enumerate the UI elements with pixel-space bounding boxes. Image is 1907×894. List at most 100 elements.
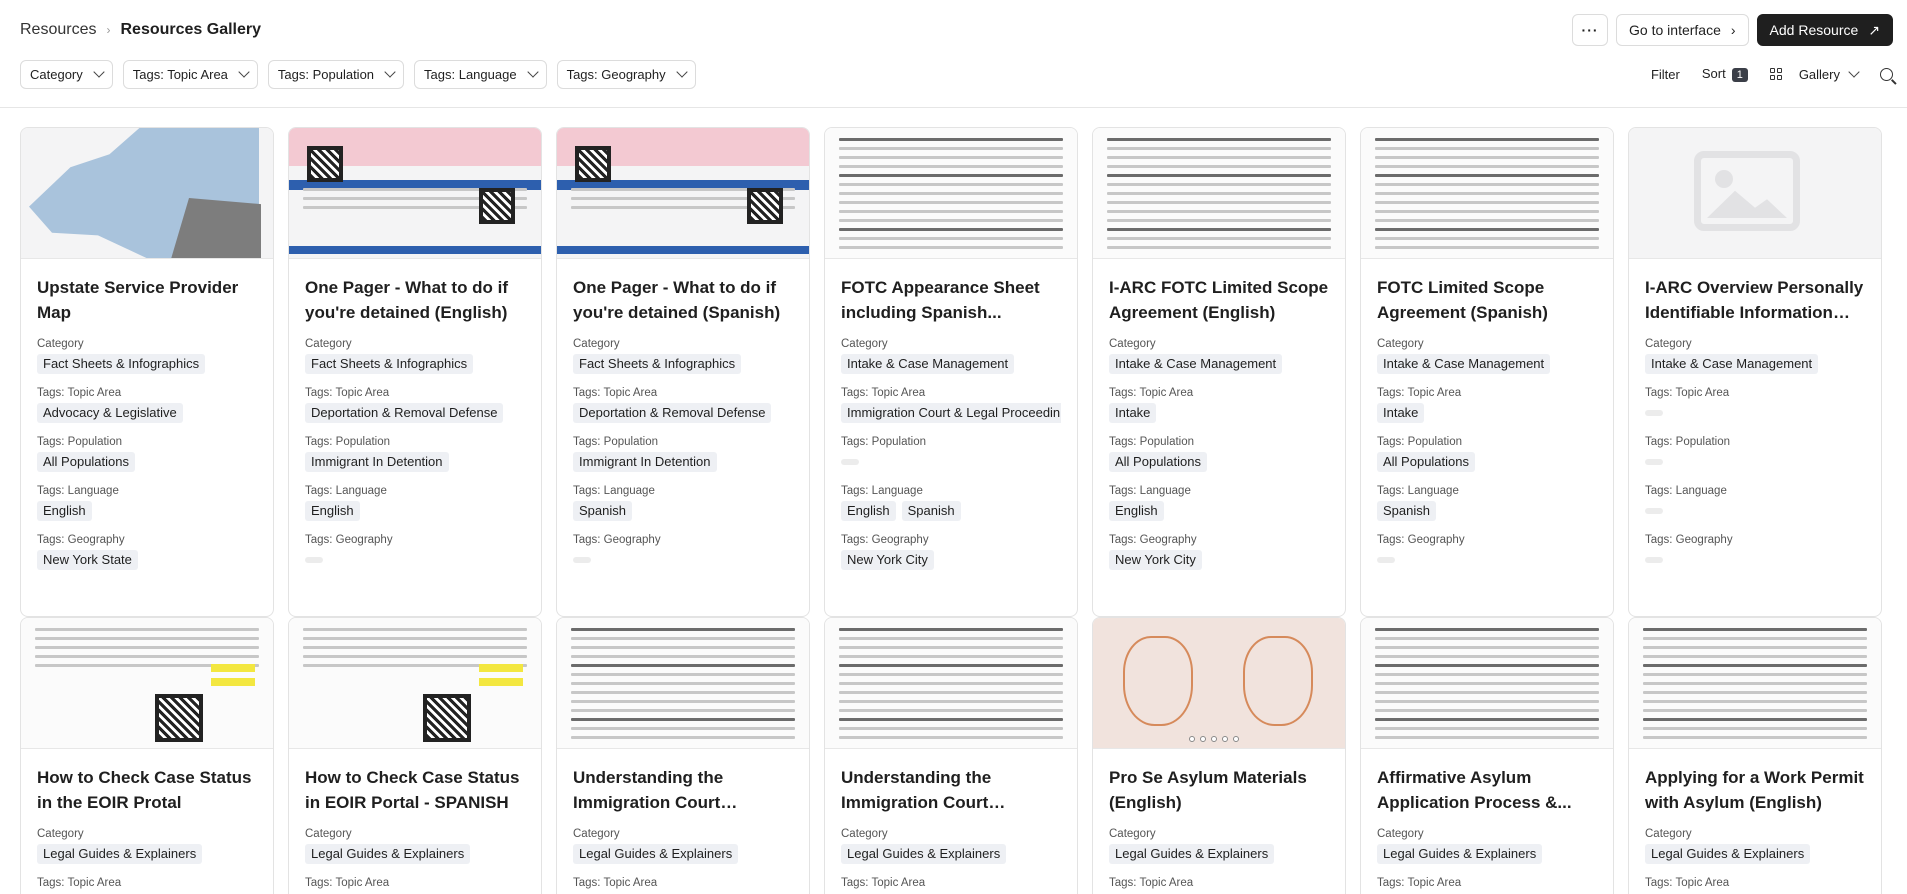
resource-card[interactable]: One Pager - What to do if you're detaine… xyxy=(556,127,810,617)
card-field-population: Tags: Population All Populations xyxy=(1361,436,1613,472)
field-label: Tags: Language xyxy=(1645,485,1727,497)
tag: Immigration Court & Legal Proceedin xyxy=(841,403,1061,423)
resource-card[interactable]: How to Check Case Status in the EOIR Pro… xyxy=(20,617,274,894)
tag: Deportation & Removal Defense xyxy=(305,403,504,423)
field-label: Category xyxy=(573,338,620,350)
filter-button[interactable]: Filter xyxy=(1651,67,1680,82)
field-values: Intake xyxy=(1377,403,1597,423)
chevron-down-icon xyxy=(1848,66,1860,78)
add-resource-button[interactable]: Add Resource ↗ xyxy=(1756,14,1893,46)
chevron-down-icon xyxy=(384,66,396,78)
field-values: Intake xyxy=(1109,403,1329,423)
resource-card[interactable]: I-ARC Overview Personally Identifiable I… xyxy=(1628,127,1882,617)
field-values: All Populations xyxy=(37,452,257,472)
card-field-geography: Tags: Geography New York City xyxy=(1093,534,1345,570)
card-field-topic: Tags: Topic Area xyxy=(1361,877,1613,889)
go-to-interface-button[interactable]: Go to interface › xyxy=(1616,14,1749,46)
field-label: Tags: Population xyxy=(305,436,391,448)
field-values: Deportation & Removal Defense xyxy=(573,403,793,423)
field-values: Immigration Court & Legal Proceedin xyxy=(841,403,1061,423)
resource-card[interactable]: Understanding the Immigration Court Proc… xyxy=(556,617,810,894)
card-field-geography: Tags: Geography xyxy=(1629,534,1881,570)
field-values: Deportation & Removal Defense xyxy=(305,403,525,423)
card-field-topic: Tags: Topic Area xyxy=(825,877,1077,889)
card-thumbnail xyxy=(1629,128,1881,259)
tag: Spanish xyxy=(573,501,632,521)
filter-topic-area[interactable]: Tags: Topic Area xyxy=(122,59,258,89)
go-to-interface-label: Go to interface xyxy=(1629,22,1721,38)
resource-card[interactable]: Understanding the Immigration Court Proc… xyxy=(824,617,1078,894)
field-label: Tags: Topic Area xyxy=(1645,387,1730,399)
field-label: Category xyxy=(305,338,352,350)
resource-card[interactable]: Upstate Service Provider Map Category Fact… xyxy=(20,127,274,617)
filter-population[interactable]: Tags: Population xyxy=(267,59,405,89)
card-field-population: Tags: Population xyxy=(825,436,1077,472)
field-label: Category xyxy=(841,828,888,840)
sort-count-badge: 1 xyxy=(1731,68,1748,82)
resource-card[interactable]: I-ARC FOTC Limited Scope Agreement (Engl… xyxy=(1092,127,1346,617)
chevron-down-icon xyxy=(93,66,105,78)
field-label: Category xyxy=(1645,338,1692,350)
field-label: Tags: Topic Area xyxy=(1109,877,1194,889)
card-field-language: Tags: Language English xyxy=(289,485,541,521)
resource-card[interactable]: Affirmative Asylum Application Process &… xyxy=(1360,617,1614,894)
more-options-button[interactable]: ··· xyxy=(1572,14,1609,46)
view-switcher[interactable]: Gallery xyxy=(1769,66,1860,82)
field-values xyxy=(1377,550,1597,570)
field-label: Tags: Population xyxy=(1109,436,1195,448)
field-values: Intake & Case Management xyxy=(841,354,1061,374)
chevron-down-icon xyxy=(526,66,539,78)
search-icon[interactable] xyxy=(1880,67,1893,81)
card-field-category: Category Intake & Case Management xyxy=(1629,338,1881,374)
card-field-topic: Tags: Topic Area Deportation & Removal De… xyxy=(557,387,809,423)
card-title: One Pager - What to do if you're detaine… xyxy=(305,278,509,322)
field-label: Tags: Language xyxy=(37,485,119,497)
card-thumbnail xyxy=(21,128,273,259)
card-thumbnail xyxy=(1361,128,1613,259)
resource-card[interactable]: FOTC Appearance Sheet including Spanish.… xyxy=(824,127,1078,617)
add-resource-label: Add Resource xyxy=(1769,22,1859,38)
card-thumbnail xyxy=(825,618,1077,749)
resource-card[interactable]: Applying for a Work Permit with Asylum (… xyxy=(1628,617,1882,894)
tag: Fact Sheets & Infographics xyxy=(37,354,206,374)
card-title: Upstate Service Provider Map xyxy=(37,278,239,322)
field-values: English xyxy=(305,501,525,521)
tag: Legal Guides & Explainers xyxy=(1109,844,1275,864)
field-label: Tags: Topic Area xyxy=(305,877,390,889)
resource-card[interactable]: Pro Se Asylum Materials (English) Categor… xyxy=(1092,617,1346,894)
card-field-population: Tags: Population Immigrant In Detention xyxy=(557,436,809,472)
card-title: FOTC Limited Scope Agreement (Spanish) xyxy=(1377,278,1548,322)
card-field-language: Tags: Language Spanish xyxy=(557,485,809,521)
field-values: Fact Sheets & Infographics xyxy=(305,354,525,374)
field-label: Tags: Topic Area xyxy=(37,387,122,399)
tag: English xyxy=(37,501,92,521)
card-field-topic: Tags: Topic Area Intake xyxy=(1361,387,1613,423)
filter-category[interactable]: Category xyxy=(20,59,113,89)
field-values: Legal Guides & Explainers xyxy=(573,844,793,864)
resource-card[interactable]: How to Check Case Status in EOIR Portal … xyxy=(288,617,542,894)
tag: All Populations xyxy=(1377,452,1475,472)
field-label: Tags: Topic Area xyxy=(1377,877,1462,889)
filter-language[interactable]: Tags: Language xyxy=(414,59,547,89)
header-actions: ··· Go to interface › Add Resource ↗ xyxy=(1572,14,1893,46)
tag: New York City xyxy=(1109,550,1202,570)
card-field-topic: Tags: Topic Area xyxy=(1629,877,1881,889)
card-field-category: Category Legal Guides & Explainers xyxy=(825,828,1077,864)
resource-card[interactable]: FOTC Limited Scope Agreement (Spanish) Ca… xyxy=(1360,127,1614,617)
tag: All Populations xyxy=(37,452,135,472)
card-title: Affirmative Asylum Application Process &… xyxy=(1377,768,1572,812)
tag: Immigrant In Detention xyxy=(573,452,717,472)
field-values: English xyxy=(1109,501,1329,521)
resource-card[interactable]: One Pager - What to do if you're detaine… xyxy=(288,127,542,617)
sort-button[interactable]: Sort 1 xyxy=(1702,66,1748,82)
filter-label: Tags: Geography xyxy=(566,66,666,82)
tag: Advocacy & Legislative xyxy=(37,403,183,423)
breadcrumb-root[interactable]: Resources xyxy=(20,21,96,39)
card-field-category: Category Fact Sheets & Infographics xyxy=(21,338,273,374)
empty-value xyxy=(1645,410,1663,416)
field-label: Tags: Population xyxy=(573,436,659,448)
card-title: Pro Se Asylum Materials (English) xyxy=(1109,768,1307,812)
field-label: Category xyxy=(573,828,620,840)
filter-geography[interactable]: Tags: Geography xyxy=(556,59,696,89)
card-field-geography: Tags: Geography New York City xyxy=(825,534,1077,570)
